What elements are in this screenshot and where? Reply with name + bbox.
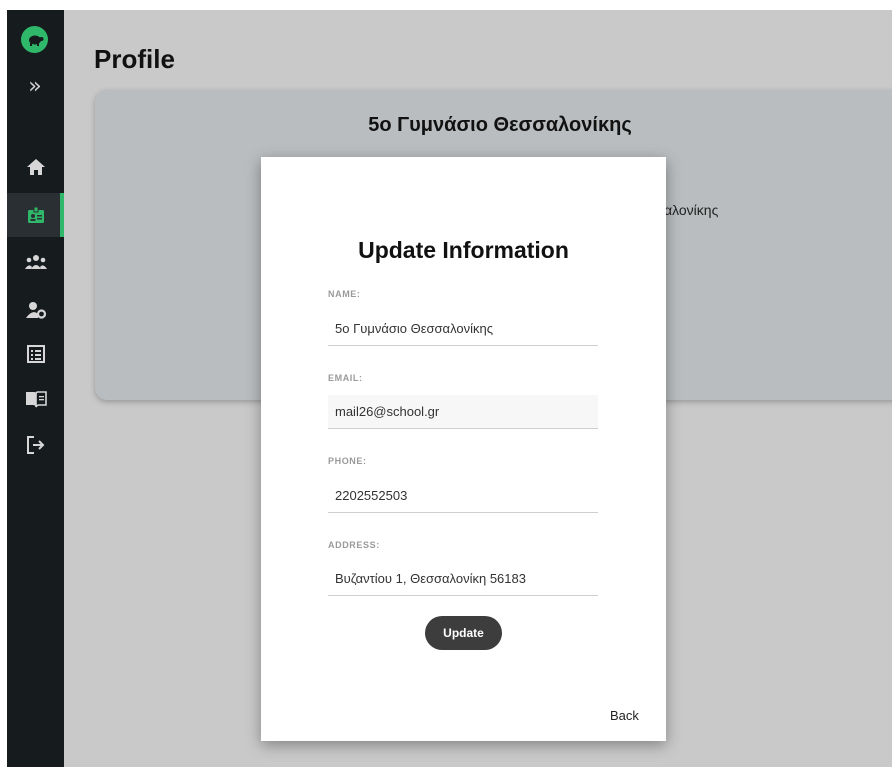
name-label: NAME:	[328, 289, 361, 299]
list-icon[interactable]	[7, 332, 64, 376]
email-label: EMAIL:	[328, 373, 363, 383]
name-field[interactable]	[328, 312, 598, 346]
logout-icon[interactable]	[7, 423, 64, 467]
users-group-icon[interactable]	[7, 240, 64, 284]
address-field[interactable]	[328, 562, 598, 596]
turtle-logo-icon[interactable]	[21, 26, 48, 53]
home-icon[interactable]	[7, 145, 64, 189]
book-icon[interactable]	[7, 377, 64, 421]
update-button[interactable]: Update	[425, 616, 502, 650]
profile-address: αλονίκης	[664, 202, 719, 218]
back-link[interactable]: Back	[610, 708, 639, 723]
phone-field[interactable]	[328, 479, 598, 513]
page-title: Profile	[94, 44, 175, 74]
modal-title: Update Information	[358, 237, 569, 263]
update-information-modal: Update Information NAME: EMAIL: PHONE: A…	[261, 157, 666, 741]
address-label: ADDRESS:	[328, 540, 380, 550]
phone-label: PHONE:	[328, 456, 367, 466]
app-frame: » Profile 5ο Γυμνάσιο Θεσσαλονίκης αλονί…	[7, 10, 892, 767]
profile-name: 5ο Γυμνάσιο Θεσσαλονίκης	[368, 114, 632, 136]
expand-sidebar-icon[interactable]: »	[21, 76, 49, 98]
id-badge-icon[interactable]	[7, 193, 64, 237]
email-field[interactable]	[328, 395, 598, 429]
sidebar: »	[7, 10, 64, 767]
user-cog-icon[interactable]	[7, 288, 64, 332]
